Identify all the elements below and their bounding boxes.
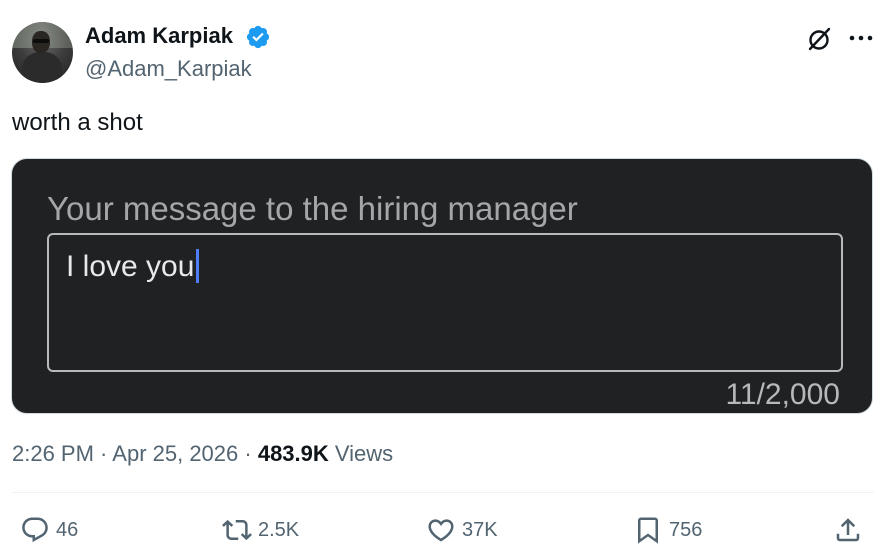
repost-button[interactable]: 2.5K — [222, 514, 299, 546]
repost-icon — [222, 519, 252, 541]
tweet-text: worth a shot — [12, 109, 143, 136]
author-handle[interactable]: @Adam_Karpiak — [85, 55, 252, 83]
avatar-body — [22, 52, 62, 83]
views-count: 483.9K — [257, 441, 329, 466]
media-message-value: I love you — [66, 250, 195, 283]
bookmark-count: 756 — [669, 518, 703, 541]
meta-separator-2: · — [238, 441, 258, 466]
more-dots-icon[interactable] — [848, 30, 874, 46]
author-name[interactable]: Adam Karpiak — [85, 22, 233, 50]
tweet-media-image[interactable]: Your message to the hiring manager I lov… — [11, 158, 873, 414]
share-button[interactable] — [833, 514, 863, 546]
tweet-time[interactable]: 2:26 PM — [12, 441, 94, 466]
heart-icon — [428, 519, 454, 542]
meta-separator-1: · — [93, 441, 113, 466]
media-char-counter: 11/2,000 — [725, 378, 840, 411]
grok-icon[interactable] — [806, 26, 832, 52]
divider — [12, 492, 874, 493]
media-field-label: Your message to the hiring manager — [47, 190, 578, 227]
tweet-meta: 2:26 PM · Apr 25, 2026 · 483.9K Views — [12, 440, 393, 468]
avatar-glasses — [33, 39, 49, 43]
bookmark-icon — [638, 517, 658, 544]
like-button[interactable]: 37K — [426, 514, 498, 546]
views-label: Views — [328, 441, 394, 466]
media-message-text: I love you — [66, 249, 200, 285]
reply-icon — [22, 517, 48, 543]
media-message-box: I love you — [47, 233, 843, 372]
like-count: 37K — [462, 518, 498, 541]
tweet-date[interactable]: Apr 25, 2026 — [112, 441, 238, 466]
share-icon — [836, 518, 860, 542]
reply-count: 46 — [56, 518, 79, 541]
text-caret — [196, 249, 200, 283]
reply-button[interactable]: 46 — [20, 514, 78, 546]
verified-badge-icon[interactable] — [245, 24, 271, 50]
bookmark-button[interactable]: 756 — [633, 514, 702, 546]
avatar[interactable] — [12, 22, 73, 83]
repost-count: 2.5K — [258, 518, 300, 541]
